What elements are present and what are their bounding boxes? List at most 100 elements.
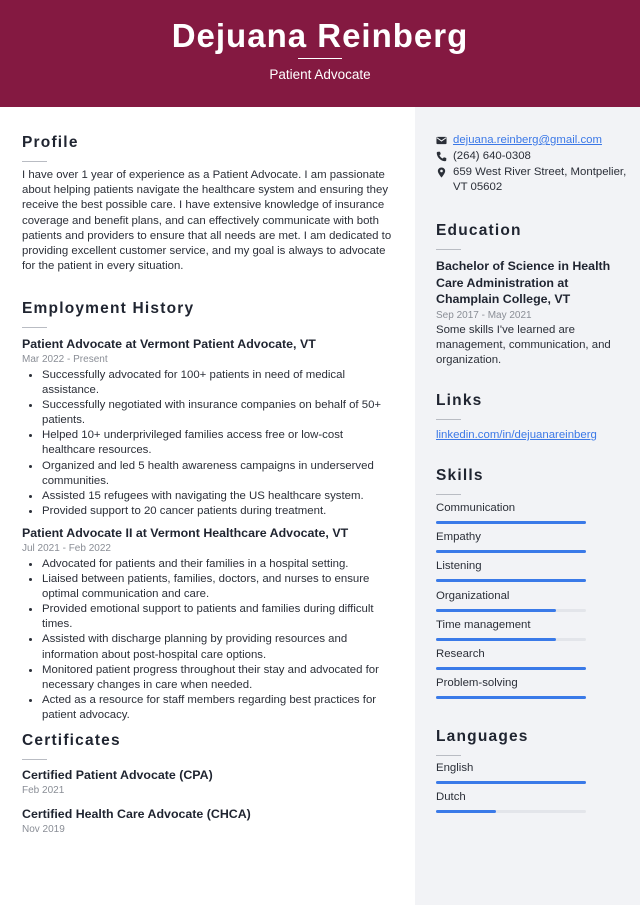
language-level-track bbox=[436, 781, 586, 784]
header-divider bbox=[298, 58, 342, 59]
education-description: Some skills I've learned are management,… bbox=[436, 323, 611, 366]
language-level-fill bbox=[436, 781, 586, 784]
job-bullet: Advocated for patients and their familie… bbox=[29, 557, 392, 572]
linkedin-link[interactable]: linkedin.com/in/dejuanareinberg bbox=[436, 428, 622, 443]
education-section: Education Bachelor of Science in Health … bbox=[436, 221, 622, 368]
skill-item: Research bbox=[436, 647, 586, 670]
job-bullet: Successfully advocated for 100+ patients… bbox=[29, 368, 392, 398]
job-bullet: Helped 10+ underprivileged families acce… bbox=[29, 428, 392, 458]
skill-label: Research bbox=[436, 648, 485, 660]
job-title: Patient Advocate II at Vermont Healthcar… bbox=[22, 525, 349, 540]
section-divider bbox=[436, 249, 461, 250]
skill-item: Time management bbox=[436, 618, 586, 641]
skill-level-fill bbox=[436, 521, 586, 524]
resume-header: Dejuana Reinberg Patient Advocate bbox=[0, 0, 640, 107]
section-divider bbox=[22, 759, 47, 760]
language-item: Dutch bbox=[436, 790, 586, 814]
job-bullets: Successfully advocated for 100+ patients… bbox=[22, 368, 392, 519]
skill-label: Communication bbox=[436, 502, 516, 514]
contact-address: 659 West River Street, Montpelier, VT 05… bbox=[436, 165, 640, 197]
section-divider bbox=[22, 161, 47, 162]
skill-level-track bbox=[436, 667, 586, 670]
languages-section: Languages bbox=[436, 727, 622, 756]
skill-level-fill bbox=[436, 637, 556, 641]
skill-level-track bbox=[436, 608, 586, 612]
phone-number: (264) 640-0308 bbox=[453, 150, 531, 162]
skill-label: Empathy bbox=[436, 531, 481, 544]
certificate-name: Certified Patient Advocate (CPA) bbox=[22, 768, 213, 782]
skill-level-track bbox=[436, 696, 586, 700]
skill-level-track bbox=[436, 637, 586, 641]
address: 659 West River Street, Montpelier, VT 05… bbox=[453, 166, 627, 194]
language-level-fill bbox=[436, 810, 496, 814]
degree: Bachelor of Science in Health Care Admin… bbox=[436, 259, 611, 306]
job-dates: Mar 2022 - Present bbox=[22, 354, 108, 365]
employment-heading: Employment History bbox=[22, 300, 195, 317]
language-label: English bbox=[436, 762, 474, 774]
job-entry: Patient Advocate II at Vermont Healthcar… bbox=[22, 525, 392, 723]
skill-level-track bbox=[436, 579, 586, 583]
certificate-entry: Certified Health Care Advocate (CHCA) No… bbox=[22, 806, 392, 836]
links-section: Links linkedin.com/in/dejuanareinberg bbox=[436, 391, 622, 443]
contact-email: dejuana.reinberg@gmail.com bbox=[436, 133, 626, 149]
job-bullet: Successfully negotiated with insurance c… bbox=[29, 398, 392, 428]
job-bullet: Liaised between patients, families, doct… bbox=[29, 572, 392, 602]
skill-label: Time management bbox=[436, 618, 531, 631]
job-bullet: Organized and led 5 health awareness cam… bbox=[29, 459, 392, 489]
skill-item: Organizational bbox=[436, 589, 586, 612]
profile-section: Profile I have over 1 year of experience… bbox=[22, 133, 392, 274]
language-label: Dutch bbox=[436, 791, 466, 804]
skill-level-fill bbox=[436, 667, 586, 670]
skills-heading: Skills bbox=[436, 467, 484, 484]
skill-level-track bbox=[436, 550, 586, 554]
skill-level-fill bbox=[436, 696, 586, 700]
job-bullet: Assisted 15 refugees with navigating the… bbox=[29, 489, 392, 504]
skill-level-fill bbox=[436, 579, 586, 583]
candidate-name: Dejuana Reinberg bbox=[171, 17, 469, 54]
skill-item: Empathy bbox=[436, 530, 586, 554]
candidate-title: Patient Advocate bbox=[269, 67, 371, 82]
education-dates: Sep 2017 - May 2021 bbox=[436, 309, 532, 321]
job-title: Patient Advocate at Vermont Patient Advo… bbox=[22, 337, 316, 351]
email-link[interactable]: dejuana.reinberg@gmail.com bbox=[453, 133, 640, 148]
links-heading: Links bbox=[436, 392, 483, 409]
section-divider bbox=[436, 494, 461, 495]
section-divider bbox=[436, 419, 461, 420]
certificate-date: Nov 2019 bbox=[22, 824, 65, 835]
contact-phone: (264) 640-0308 bbox=[436, 149, 626, 165]
section-divider bbox=[436, 755, 461, 756]
job-bullets: Advocated for patients and their familie… bbox=[22, 557, 392, 723]
skills-section: Skills bbox=[436, 466, 622, 495]
certificates-section: Certificates Certified Patient Advocate … bbox=[22, 731, 392, 836]
job-bullet: Provided emotional support to patients a… bbox=[29, 602, 392, 632]
skill-label: Problem-solving bbox=[436, 677, 518, 690]
job-bullet: Provided support to 20 cancer patients d… bbox=[29, 504, 392, 519]
skill-label: Listening bbox=[436, 560, 482, 573]
job-dates: Jul 2021 - Feb 2022 bbox=[22, 542, 111, 554]
employment-section: Employment History Patient Advocate at V… bbox=[22, 299, 392, 723]
skill-level-track bbox=[436, 521, 586, 524]
job-bullet: Assisted with discharge planning by prov… bbox=[29, 632, 392, 662]
section-divider bbox=[22, 327, 47, 328]
education-heading: Education bbox=[436, 222, 522, 239]
certificate-name: Certified Health Care Advocate (CHCA) bbox=[22, 807, 251, 821]
skill-level-fill bbox=[436, 608, 556, 612]
job-bullet: Monitored patient progress throughout th… bbox=[29, 663, 392, 693]
phone-icon bbox=[436, 151, 447, 162]
job-bullet: Acted as a resource for staff members re… bbox=[29, 693, 392, 723]
certificate-date: Feb 2021 bbox=[22, 785, 65, 796]
skill-level-fill bbox=[436, 550, 586, 554]
certificate-entry: Certified Patient Advocate (CPA) Feb 202… bbox=[22, 767, 392, 797]
skill-label: Organizational bbox=[436, 589, 510, 602]
certificates-heading: Certificates bbox=[22, 732, 121, 749]
skill-item: Listening bbox=[436, 559, 586, 583]
language-level-track bbox=[436, 810, 586, 814]
skill-item: Communication bbox=[436, 501, 586, 524]
envelope-icon bbox=[436, 136, 447, 145]
languages-heading: Languages bbox=[436, 728, 529, 745]
language-item: English bbox=[436, 761, 586, 784]
job-entry: Patient Advocate at Vermont Patient Advo… bbox=[22, 336, 392, 519]
skill-item: Problem-solving bbox=[436, 676, 586, 700]
profile-heading: Profile bbox=[22, 134, 79, 151]
profile-summary: I have over 1 year of experience as a Pa… bbox=[22, 169, 392, 273]
